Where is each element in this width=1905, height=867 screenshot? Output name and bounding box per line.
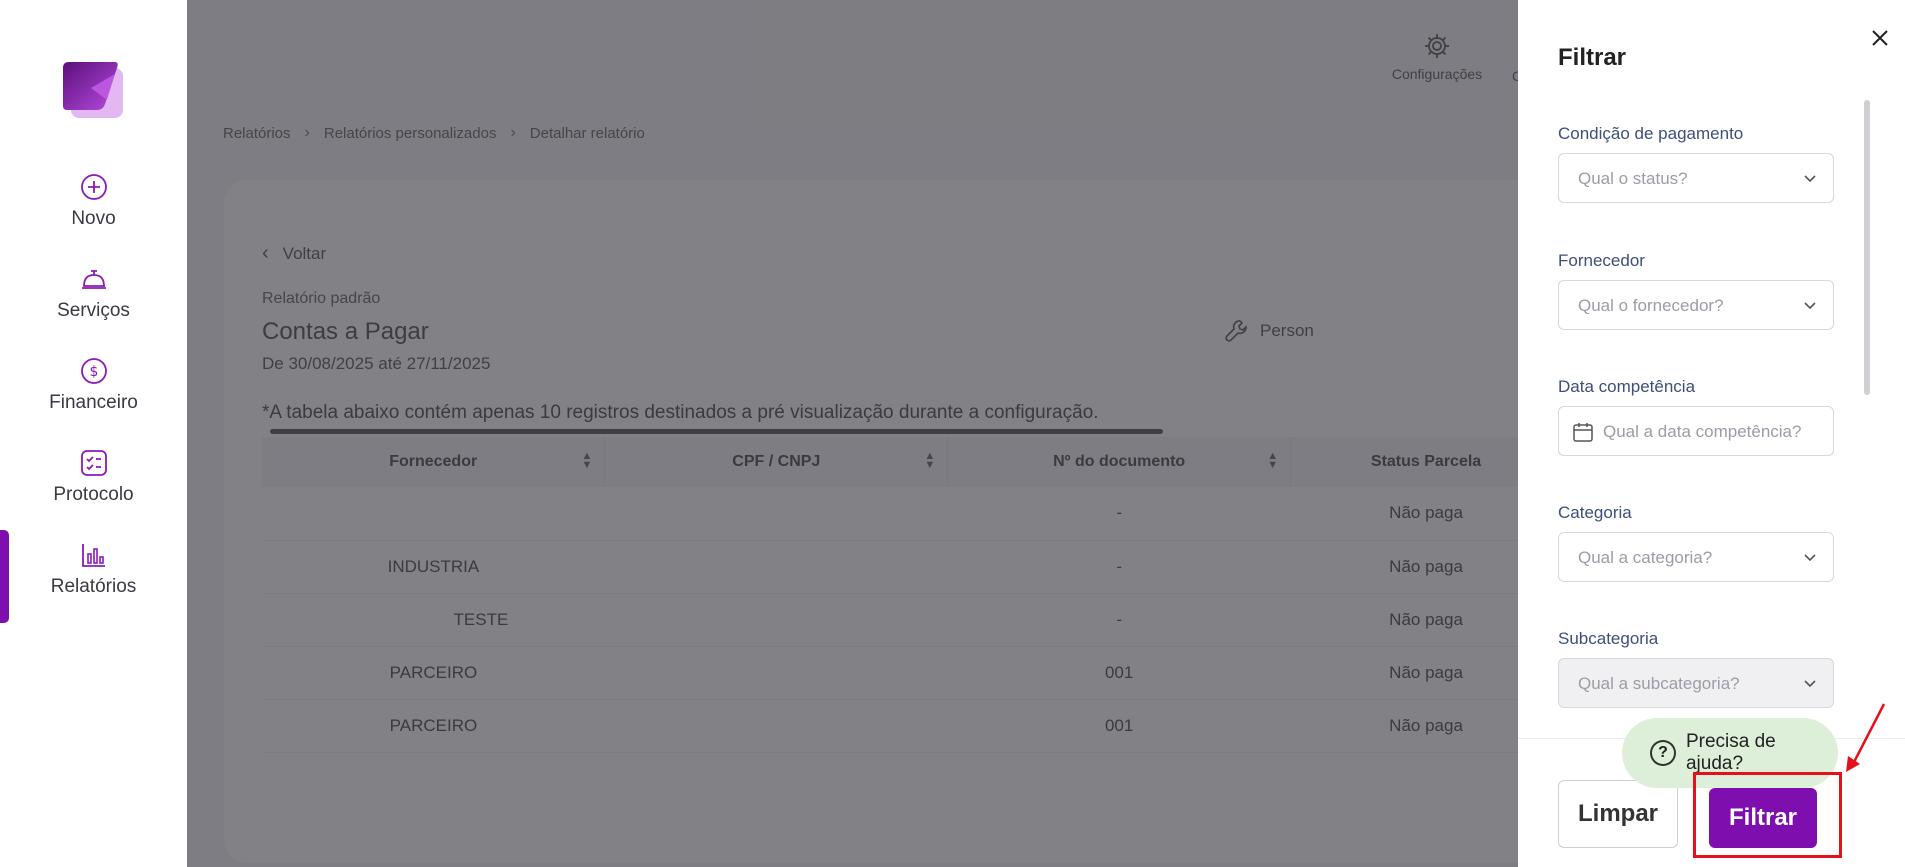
sidebar-item-financeiro[interactable]: $ Financeiro [0,356,187,414]
table-row: - Não paga [262,487,1518,541]
chevron-right-icon: › [304,124,310,141]
breadcrumb-item[interactable]: Relatórios personalizados [324,125,497,142]
supplier-select[interactable]: Qual o fornecedor? [1558,280,1834,330]
personalize-label: Person [1260,321,1314,340]
sidebar: Novo Serviços $ Financeiro Protocolo Rel… [0,0,187,867]
question-icon: ? [1650,740,1676,766]
table-row: PARCEIRO 001 Não paga [262,646,1518,700]
sidebar-item-relatorios[interactable]: Relatórios [0,540,187,598]
settings-button[interactable]: Configurações [1382,32,1492,82]
subcategory-select[interactable]: Qual a subcategoria? [1558,658,1834,708]
personalize-button[interactable]: Person [1224,318,1314,344]
select-placeholder: Qual o fornecedor? [1578,296,1724,315]
drawer-title: Filtrar [1558,44,1627,71]
sidebar-item-label: Novo [71,208,116,229]
sidebar-item-protocolo[interactable]: Protocolo [0,448,187,506]
chevron-down-icon [1804,175,1816,183]
chevron-right-icon: › [510,124,516,141]
preview-note: *A tabela abaixo contém apenas 10 regist… [262,402,1099,423]
breadcrumb-item[interactable]: Relatórios [223,125,291,142]
category-select[interactable]: Qual a categoria? [1558,532,1834,582]
competence-date-input[interactable]: Qual a data competência? [1558,406,1834,456]
page-title: Contas a Pagar [262,318,429,345]
sidebar-item-novo[interactable]: Novo [0,172,187,230]
report-card: ‹ Voltar Relatório padrão Contas a Pagar… [224,180,1518,863]
select-placeholder: Qual a categoria? [1578,548,1713,567]
report-table: Fornecedor ▲ ▼ CPF / CNPJ ▲ ▼ Nº do document… [262,437,1518,753]
field-label: Condição de pagamento [1558,124,1744,143]
settings-label: Configurações [1391,66,1483,82]
horizontal-scrollbar[interactable] [270,429,1163,434]
report-subtitle: Relatório padrão [262,290,381,307]
annotation-arrow-icon [1846,703,1886,772]
wrench-icon [1225,320,1247,342]
column-header-cpf-cnpj[interactable]: CPF / CNPJ ▲ ▼ [604,437,949,487]
breadcrumb-item: Detalhar relatório [529,124,645,142]
table-row: TESTE - Não paga [262,593,1518,647]
active-indicator [0,530,9,623]
svg-text:$: $ [89,364,98,380]
select-placeholder: Qual a subcategoria? [1578,674,1740,693]
vertical-scrollbar[interactable] [1864,100,1870,395]
field-label: Data competência [1558,377,1696,396]
back-button[interactable]: ‹ Voltar [262,242,326,265]
dollar-circle-icon: $ [80,358,107,384]
gear-icon [1425,34,1449,58]
chevron-left-icon: ‹ [262,242,269,264]
calendar-icon [1573,423,1593,442]
sidebar-item-label: Protocolo [53,484,134,505]
column-header-status[interactable]: Status Parcela [1290,437,1518,487]
field-label: Fornecedor [1558,251,1645,270]
sort-icon: ▲ ▼ [581,450,593,471]
field-label: Subcategoria [1558,629,1659,648]
close-icon[interactable] [1868,26,1892,50]
help-button[interactable]: ? Precisa de ajuda? [1622,718,1838,788]
sidebar-item-label: Serviços [57,300,130,321]
back-label: Voltar [282,243,327,263]
clear-button[interactable]: Limpar [1558,780,1678,848]
chevron-down-icon [1804,302,1816,310]
column-header-fornecedor[interactable]: Fornecedor ▲ ▼ [262,437,606,487]
sort-icon: ▲ ▼ [1267,450,1279,471]
sort-icon: ▲ ▼ [924,450,936,471]
date-range: De 30/08/2025 até 27/11/2025 [262,354,491,373]
breadcrumb: Relatórios › Relatórios personalizados ›… [223,124,645,142]
table-row: INDUSTRIA - Não paga [262,540,1518,594]
checklist-icon [80,450,107,476]
payment-condition-select[interactable]: Qual o status? [1558,153,1834,203]
table-row: PARCEIRO 001 Não paga [262,699,1518,753]
bar-chart-icon [81,544,105,567]
field-label: Categoria [1558,503,1632,522]
help-label: Precisa de ajuda? [1685,731,1776,774]
column-header-documento[interactable]: Nº do documento ▲ ▼ [947,437,1292,487]
sidebar-item-label: Relatórios [50,576,137,597]
input-placeholder: Qual a data competência? [1603,422,1802,441]
app-logo [63,62,123,118]
filter-submit-button[interactable]: Filtrar [1709,788,1817,848]
main-content: Configurações C Relatórios › Relatórios … [187,0,1518,867]
plus-circle-icon [80,174,107,200]
sidebar-item-servicos[interactable]: Serviços [0,264,187,322]
chevron-down-icon [1804,554,1816,562]
service-bell-icon [81,270,106,289]
sidebar-item-label: Financeiro [49,392,138,413]
select-placeholder: Qual o status? [1578,169,1688,188]
chevron-down-icon [1804,680,1816,688]
